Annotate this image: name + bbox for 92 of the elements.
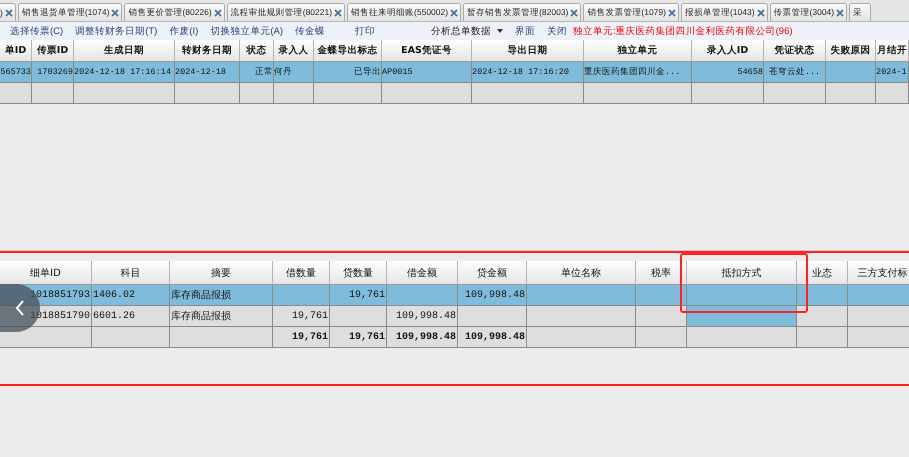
table-cell: 6601.26: [92, 306, 170, 327]
tab[interactable]: 销售发票管理(1079): [583, 3, 679, 21]
table-cell: 19,761: [330, 285, 387, 306]
column-header[interactable]: 传票ID: [32, 40, 74, 62]
close-icon[interactable]: [836, 8, 844, 16]
close-icon[interactable]: [450, 8, 458, 16]
column-header[interactable]: 录入人ID: [692, 40, 764, 62]
close-icon[interactable]: [334, 8, 342, 16]
column-header[interactable]: 独立单元: [584, 40, 692, 62]
toolbar-button[interactable]: 打印: [354, 24, 375, 38]
column-header[interactable]: 摘要: [170, 261, 273, 285]
tab[interactable]: 销售退货单管理(1074): [18, 3, 122, 21]
table-cell: [32, 83, 74, 104]
tab[interactable]: 销售更价管理(80226): [124, 3, 225, 21]
column-header[interactable]: 贷数量: [330, 261, 387, 285]
table-cell: [826, 83, 876, 104]
column-header[interactable]: 状态: [240, 40, 274, 62]
table-cell: [876, 83, 909, 104]
toolbar-button[interactable]: 界面: [514, 24, 535, 38]
column-header[interactable]: 业态: [797, 261, 848, 285]
tab[interactable]: 暂存销售发票管理(82003): [463, 3, 582, 21]
toolbar-button[interactable]: 作废(I): [169, 24, 198, 38]
table-cell: 苍穹云处...: [764, 62, 826, 83]
table-cell: [764, 83, 826, 104]
column-header[interactable]: 细单ID: [0, 261, 92, 285]
close-icon[interactable]: [214, 8, 222, 16]
toolbar-button[interactable]: 选择传票(C): [10, 24, 64, 38]
table-cell: 109,998.48: [458, 327, 527, 348]
table-cell: 54658: [692, 62, 764, 83]
close-icon[interactable]: [756, 8, 765, 16]
tab[interactable]: 销售往来明细账(550002): [347, 3, 462, 21]
table-cell: 何丹: [274, 62, 314, 83]
column-header[interactable]: 三方支付标: [848, 261, 909, 285]
table-cell: 正常: [240, 62, 274, 83]
column-header[interactable]: 生成日期: [74, 40, 175, 62]
table-cell: 109,998.48: [387, 327, 458, 348]
table-cell: 109,998.48: [387, 306, 458, 327]
column-header[interactable]: 凭证状态: [764, 40, 826, 62]
toolbar-button[interactable]: 切换独立单元(A): [210, 24, 283, 38]
tab[interactable]: 采: [849, 3, 872, 21]
table-cell: 19,761: [273, 306, 330, 327]
chevron-icon: [15, 300, 25, 316]
tab[interactable]: 传票管理(3004): [770, 3, 848, 21]
column-header[interactable]: 借金额: [387, 261, 458, 285]
table-cell: 库存商品报损: [170, 306, 273, 327]
tab[interactable]: ): [0, 3, 16, 21]
column-header[interactable]: 借数量: [273, 261, 330, 285]
table-cell: 2024-12-18: [175, 62, 240, 83]
tab[interactable]: 流程审批规则管理(80221): [226, 3, 346, 21]
column-header[interactable]: 录入人: [274, 40, 314, 62]
table-cell: 库存商品报损: [170, 285, 273, 306]
toolbar-button[interactable]: 关闭: [546, 24, 567, 38]
column-header[interactable]: 转财务日期: [175, 40, 240, 62]
toolbar-button[interactable]: 传金蝶: [294, 24, 325, 38]
close-icon[interactable]: [111, 8, 120, 16]
table-cell: [314, 83, 382, 104]
table-cell: [826, 62, 876, 83]
column-header[interactable]: 失败原因: [826, 40, 876, 62]
tab[interactable]: 报损单管理(1043): [680, 3, 768, 21]
table-cell: 2024-12-18 17:16:20: [472, 62, 584, 83]
column-header[interactable]: 贷金额: [458, 261, 527, 285]
close-icon[interactable]: [668, 8, 676, 16]
caret-icon: [496, 29, 503, 33]
table-cell: 19,761: [330, 327, 387, 348]
unit-notice: 独立单元:重庆医药集团四川金利医药有限公司(96): [572, 24, 793, 38]
table-cell: [692, 83, 764, 104]
column-header[interactable]: EAS凭证号: [382, 40, 472, 62]
table-cell: 565733: [0, 62, 32, 83]
column-header[interactable]: 单位名称: [527, 261, 636, 285]
column-header[interactable]: 科目: [92, 261, 170, 285]
table-cell: 1406.02: [92, 285, 170, 306]
table-cell: 已导出: [314, 62, 382, 83]
column-header[interactable]: 税率: [636, 261, 687, 285]
toolbar-button[interactable]: 调整转财务日期(T): [75, 24, 158, 38]
close-icon[interactable]: [4, 8, 13, 16]
table-cell: 2024-1: [876, 62, 909, 83]
column-header[interactable]: 抵扣方式: [687, 261, 797, 285]
table-cell: 2024-12-18 17:16:14: [74, 62, 175, 83]
close-icon[interactable]: [570, 8, 578, 16]
column-header[interactable]: 导出日期: [472, 40, 584, 62]
table-cell: 1703269: [32, 62, 74, 83]
table-cell: 重庆医药集团四川金...: [584, 62, 692, 83]
column-header[interactable]: 月结开: [876, 40, 909, 62]
table-cell: AP0015: [382, 62, 472, 83]
table-cell: [240, 83, 274, 104]
dropdown-button[interactable]: 分析总单数据: [430, 24, 503, 38]
table-cell: [274, 83, 314, 104]
table-cell: [175, 83, 240, 104]
column-header[interactable]: 单ID: [0, 40, 32, 62]
column-header[interactable]: 金蝶导出标志: [314, 40, 382, 62]
table-cell: 19,761: [273, 327, 330, 348]
table-cell: 109,998.48: [458, 285, 527, 306]
